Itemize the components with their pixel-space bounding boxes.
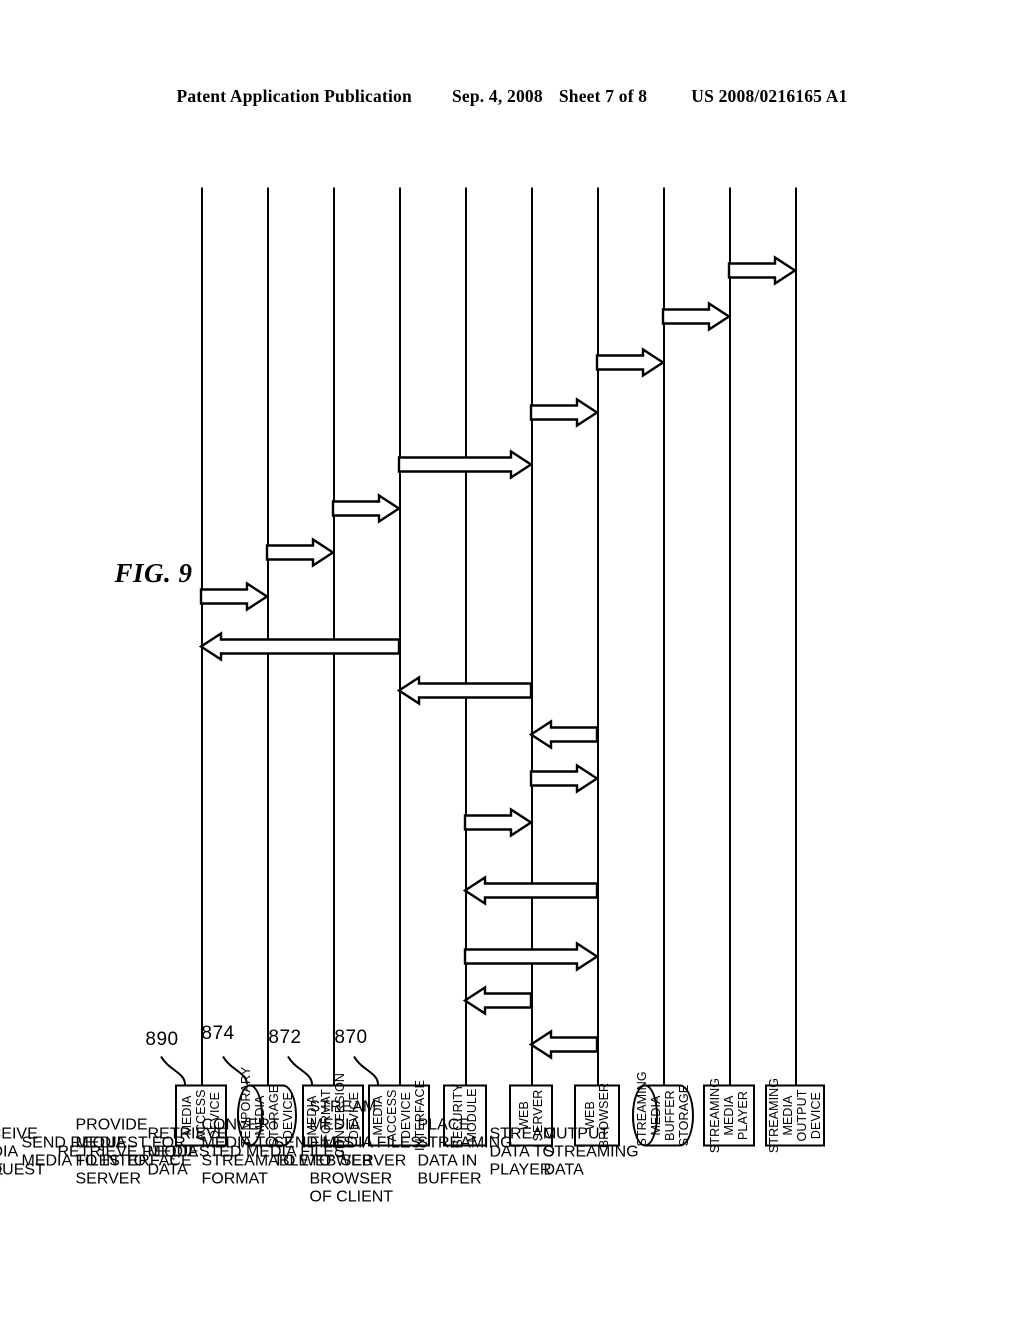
actor-label-line: TEMPORARY	[239, 1066, 253, 1147]
message-arrow-provide-media-files	[199, 581, 270, 612]
actor-label-line: BUFFER	[663, 1090, 677, 1141]
message-arrow-forward-log-on-request	[462, 985, 533, 1016]
actor-temporary-media-storage: TEMPORARY MEDIA STORAGE DEVICE	[237, 1066, 297, 1147]
message-label-line: STREAMING	[543, 1143, 639, 1161]
sequence-diagram: FIG. 9 MEDIA ACCESS DEVICE TEMPORARY MEDIA ST…	[0, 168, 852, 1206]
actor-label-line: STREAMING	[635, 1071, 649, 1147]
actor-label-line: MEDIA	[649, 1095, 663, 1136]
actor-label-line: STORAGE	[267, 1084, 281, 1147]
message-arrow-send-log-on-request	[528, 1029, 599, 1060]
message-arrow-provide-user-interface	[529, 763, 600, 794]
actor-label-line: STORAGE	[677, 1084, 691, 1147]
message-label-output-streaming-data: OUTPUT STREAMING DATA	[544, 1126, 1024, 1180]
message-label-line: OUTPUT	[543, 1125, 610, 1143]
reference-numeral-874: 874	[201, 1022, 235, 1044]
reference-numeral-870: 870	[334, 1026, 368, 1048]
message-arrow-access-granted-denied	[463, 807, 534, 838]
message-arrow-retrieve-media-data	[265, 537, 336, 568]
figure-9-container: FIG. 9 MEDIA ACCESS DEVICE TEMPORARY MEDIA ST…	[0, 0, 1024, 1320]
message-arrow-request-user-id-password	[463, 941, 600, 972]
message-arrow-stream-data-to-player	[661, 301, 732, 332]
message-arrow-stream-media-files	[529, 397, 600, 428]
actor-label: TEMPORARY MEDIA STORAGE DEVICE	[239, 1066, 295, 1147]
actor-label-line: MEDIA	[253, 1095, 267, 1136]
message-label-line: OF CLIENT	[309, 1188, 394, 1206]
message-arrow-convert-media-streamable	[331, 493, 402, 524]
message-arrow-retrieve-requested-media	[198, 631, 401, 662]
message-arrow-receive-media-request	[528, 719, 599, 750]
message-arrow-send-user-id-password	[462, 875, 599, 906]
message-arrow-send-media-files-to-server	[397, 449, 534, 480]
reference-numeral-872: 872	[268, 1026, 302, 1048]
actor-streaming-media-buffer: STREAMING MEDIA BUFFER STORAGE	[632, 1071, 694, 1147]
actor-label-line: DEVICE	[281, 1091, 295, 1140]
message-arrow-send-request-for-media	[396, 675, 533, 706]
message-label-line: DATA	[543, 1161, 584, 1179]
actor-label: STREAMING MEDIA BUFFER STORAGE	[635, 1071, 691, 1147]
message-arrow-place-streaming-in-buffer	[595, 347, 666, 378]
reference-numeral-890: 890	[145, 1028, 179, 1050]
lifeline-streaming-media-output	[795, 187, 797, 1085]
message-arrow-output-streaming-data	[727, 255, 798, 286]
